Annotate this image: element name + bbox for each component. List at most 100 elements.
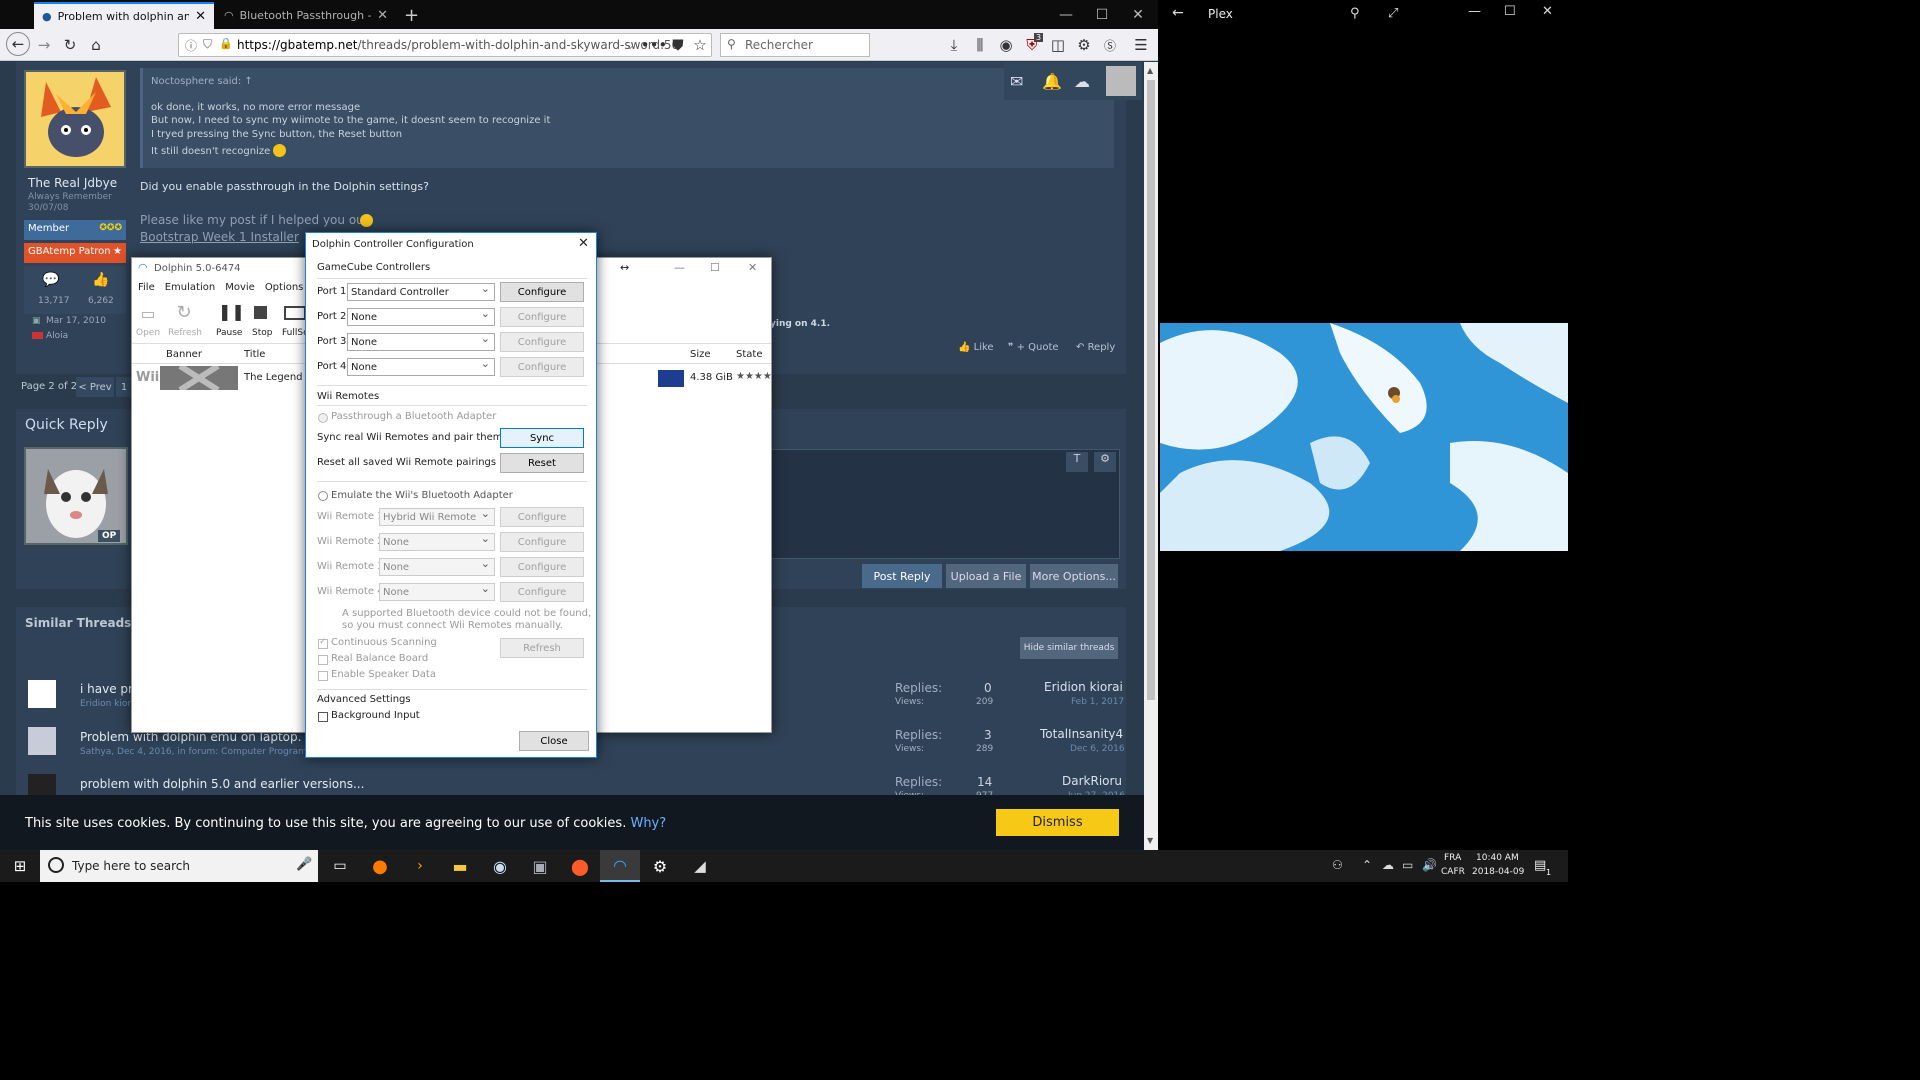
clock-time[interactable]: 10:40 AM: [1476, 853, 1519, 863]
remove-format-icon[interactable]: T: [1066, 452, 1088, 472]
wii-remote-3-select[interactable]: None: [379, 557, 495, 576]
close-icon[interactable]: ✕: [748, 261, 757, 274]
close-icon[interactable]: ✕: [578, 236, 589, 251]
quote-header[interactable]: Noctosphere said: ↑: [151, 76, 253, 87]
new-tab-icon[interactable]: +: [404, 5, 419, 26]
keyboard-layout-indicator[interactable]: CAFR: [1441, 867, 1465, 877]
pause-icon[interactable]: ❚❚: [218, 302, 245, 321]
wii-remote-1-select[interactable]: Hybrid Wii Remote: [379, 507, 495, 526]
upload-file-button[interactable]: Upload a File: [946, 564, 1026, 588]
menu-file[interactable]: File: [138, 282, 155, 298]
upload-cloud-icon[interactable]: ☁: [1074, 72, 1090, 91]
hide-similar-button[interactable]: Hide similar threads: [1020, 637, 1118, 659]
column-title[interactable]: Title: [244, 349, 265, 360]
last-poster[interactable]: Eridion kiorai: [1044, 680, 1123, 694]
wii-remote-2-configure-button[interactable]: Configure: [500, 532, 584, 552]
column-state[interactable]: State: [736, 349, 762, 360]
onedrive-icon[interactable]: ☁: [1382, 858, 1394, 872]
close-button[interactable]: Close: [519, 731, 589, 751]
bookmark-star-icon[interactable]: ☆: [690, 35, 710, 55]
port-3-configure-button[interactable]: Configure: [500, 332, 584, 352]
dismiss-button[interactable]: Dismiss: [996, 809, 1119, 836]
extension-eye-icon[interactable]: ◉: [996, 35, 1016, 55]
close-tab-icon[interactable]: ✕: [377, 8, 388, 23]
pizza-app-icon[interactable]: ⬤: [560, 850, 600, 882]
port-1-select[interactable]: Standard Controller: [347, 282, 495, 301]
scroll-thumb[interactable]: [1147, 80, 1155, 700]
minimize-icon[interactable]: —: [1468, 4, 1481, 19]
tab-bluetooth-passthrough[interactable]: ◠ Bluetooth Passthrough - Dolph ✕: [216, 2, 396, 29]
vertical-scrollbar[interactable]: ▲ ▼: [1144, 62, 1158, 850]
port-4-select[interactable]: None: [347, 357, 495, 376]
thread-title[interactable]: problem with dolphin 5.0 and earlier ver…: [80, 777, 364, 791]
url-dropdown-icon[interactable]: ⌄: [620, 35, 640, 55]
thread-avatar[interactable]: [28, 680, 56, 708]
more-options-button[interactable]: More Options...: [1030, 564, 1118, 588]
battery-icon[interactable]: ▭: [1402, 858, 1413, 872]
cookie-why-link[interactable]: Why?: [630, 816, 666, 831]
user-avatar[interactable]: [24, 70, 126, 168]
reset-button[interactable]: Reset: [500, 453, 584, 473]
home-icon[interactable]: ⌂: [86, 35, 106, 55]
quote-link[interactable]: ❞ + Quote: [1008, 342, 1059, 353]
clock-date[interactable]: 2018-04-09: [1472, 867, 1524, 877]
menu-icon[interactable]: ☰: [1131, 35, 1151, 55]
taskbar-search[interactable]: Type here to search 🎤: [40, 850, 318, 882]
action-center-icon[interactable]: ▤: [1534, 858, 1546, 873]
sync-account-icon[interactable]: Ⓢ: [1100, 35, 1120, 55]
library-icon[interactable]: ⫼: [970, 35, 990, 55]
close-tab-icon[interactable]: ✕: [195, 9, 206, 24]
port-4-configure-button[interactable]: Configure: [500, 357, 584, 377]
task-view-icon[interactable]: ▭: [320, 850, 360, 882]
refresh-icon[interactable]: ↻: [172, 302, 196, 323]
shield-icon[interactable]: ⛉: [203, 37, 212, 52]
menu-emulation[interactable]: Emulation: [165, 282, 215, 298]
menu-options[interactable]: Options: [265, 282, 304, 298]
reload-icon[interactable]: ↻: [60, 35, 80, 55]
refresh-button[interactable]: Refresh: [500, 638, 584, 658]
reply-link[interactable]: ↶ Reply: [1076, 342, 1115, 353]
port-3-select[interactable]: None: [347, 332, 495, 351]
settings-gear-icon[interactable]: ⚙: [640, 850, 680, 882]
maximize-icon[interactable]: ☐: [1084, 0, 1120, 29]
menu-movie[interactable]: Movie: [225, 282, 255, 298]
prev-page-button[interactable]: < Prev: [76, 377, 114, 397]
wii-remote-4-configure-button[interactable]: Configure: [500, 582, 584, 602]
forward-icon[interactable]: →: [34, 35, 54, 55]
wii-remote-3-configure-button[interactable]: Configure: [500, 557, 584, 577]
back-icon[interactable]: ←: [6, 32, 30, 56]
minimize-icon[interactable]: —: [674, 261, 685, 274]
port-1-configure-button[interactable]: Configure: [500, 282, 584, 302]
close-icon[interactable]: ✕: [1542, 4, 1553, 19]
sync-button[interactable]: Sync: [500, 428, 584, 448]
balance-board-checkbox[interactable]: [318, 655, 328, 665]
account-avatar[interactable]: [1106, 66, 1136, 96]
language-indicator[interactable]: FRA: [1444, 853, 1461, 863]
firefox-icon[interactable]: ●: [360, 850, 400, 882]
continuous-scanning-checkbox[interactable]: ✓: [318, 637, 328, 649]
wii-remote-2-select[interactable]: None: [379, 532, 495, 551]
start-windows-icon[interactable]: ⊞: [0, 850, 40, 882]
speaker-data-checkbox[interactable]: [318, 671, 328, 681]
scroll-down-icon[interactable]: ▼: [1147, 836, 1153, 845]
terminal-icon[interactable]: ›: [400, 850, 440, 882]
column-size[interactable]: Size: [690, 349, 711, 360]
scroll-up-icon[interactable]: ▲: [1147, 66, 1153, 75]
extension-icon[interactable]: ⚙: [1074, 35, 1094, 55]
volume-icon[interactable]: 🔊: [1422, 858, 1437, 872]
open-icon[interactable]: ▭: [136, 304, 160, 323]
thread-avatar[interactable]: [28, 727, 56, 755]
toggle-bbcode-icon[interactable]: ⚙: [1094, 452, 1116, 472]
last-poster[interactable]: DarkRioru: [1062, 774, 1122, 788]
page-actions-icon[interactable]: •••: [641, 35, 668, 55]
microphone-icon[interactable]: 🎤: [296, 857, 312, 872]
column-banner[interactable]: Banner: [166, 349, 202, 360]
alerts-bell-icon[interactable]: 🔔: [1042, 72, 1062, 91]
port-2-configure-button[interactable]: Configure: [500, 307, 584, 327]
show-hidden-icons-icon[interactable]: ⌃: [1362, 858, 1372, 872]
game-video[interactable]: [1160, 323, 1568, 551]
minimize-icon[interactable]: —: [1048, 0, 1084, 29]
signature-link[interactable]: Bootstrap Week 1 Installer: [140, 230, 299, 244]
passthrough-radio[interactable]: [318, 413, 328, 423]
like-link[interactable]: 👍 Like: [958, 342, 994, 353]
